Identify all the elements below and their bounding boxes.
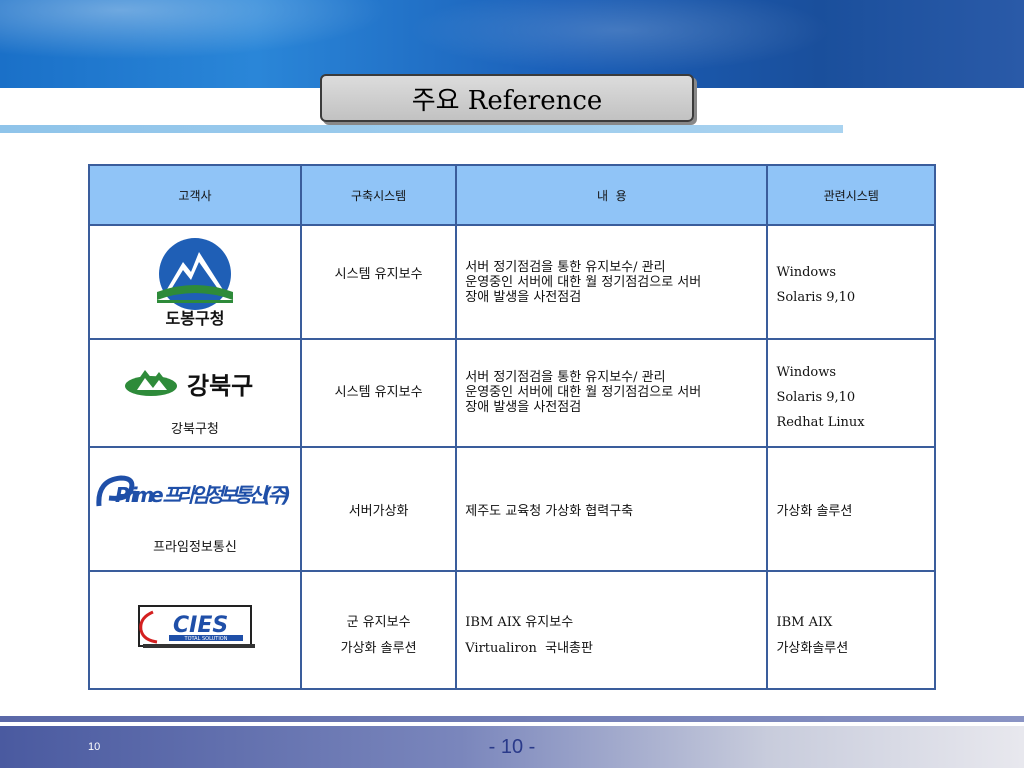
- related-text: Windows Solaris 9,10 Redhat Linux: [776, 340, 934, 435]
- content-cell: IBM AIX 유지보수 Virtualiron 국내총판: [455, 570, 769, 690]
- content-line: Virtualiron 국내총판: [465, 641, 593, 656]
- cies-logo-subtext: TOTAL SOLUTION: [183, 636, 227, 642]
- content-line: 장애 발생을 사전점검: [465, 290, 582, 305]
- system-text: 시스템 유지보수: [334, 385, 423, 400]
- page-number-small: 10: [88, 741, 101, 753]
- related-text: 가상화 솔루션: [776, 504, 853, 519]
- table-row: 강북구 강북구청 시스템 유지보수 서버 정기점검을 통한 유지보수/ 관리 운…: [88, 338, 936, 448]
- related-line: Redhat Linux: [776, 415, 865, 430]
- table-header-row: 고객사 구축시스템 내 용 관련시스템: [88, 164, 936, 226]
- reference-table: 고객사 구축시스템 내 용 관련시스템 도봉구청 시스템 유지보수 서버 정기점…: [88, 164, 936, 690]
- system-cell: 군 유지보수 가상화 솔루션: [299, 570, 458, 690]
- dobong-logo-text: 도봉구청: [166, 309, 225, 328]
- content-line: 운영중인 서버에 대한 월 정기점검으로 서버: [465, 385, 702, 400]
- system-cell: 시스템 유지보수: [299, 338, 458, 448]
- cies-logo-text: CIES: [173, 613, 228, 638]
- system-text: 군 유지보수 가상화 솔루션: [302, 572, 455, 662]
- title-underline: [0, 125, 843, 133]
- gangbuk-logo: 강북구: [124, 370, 253, 400]
- system-text: 서버가상화: [348, 504, 409, 519]
- related-line: IBM AIX: [776, 615, 833, 630]
- content-line: 서버 정기점검을 통한 유지보수/ 관리: [465, 370, 666, 385]
- content-cell: 제주도 교육청 가상화 협력구축: [455, 446, 769, 572]
- customer-cell: Prime 프라임정보통신(주) 프라임정보통신: [88, 446, 302, 572]
- header-content: 내 용: [455, 164, 769, 226]
- prime-logo-text: Prime 프라임정보통신(주): [115, 483, 291, 507]
- content-line: 서버 정기점검을 통한 유지보수/ 관리: [465, 260, 666, 275]
- related-line: 가상화솔루션: [776, 641, 849, 656]
- content-cell: 서버 정기점검을 통한 유지보수/ 관리 운영중인 서버에 대한 월 정기점검으…: [455, 224, 769, 340]
- table-row: Prime 프라임정보통신(주) 프라임정보통신 서버가상화 제주도 교육청 가…: [88, 446, 936, 572]
- related-line: Solaris 9,10: [776, 390, 856, 405]
- header-customer: 고객사: [88, 164, 302, 226]
- gangbuk-logo-text: 강북구: [187, 372, 253, 400]
- system-line: 가상화 솔루션: [340, 641, 417, 656]
- customer-cell: 도봉구청: [88, 224, 302, 340]
- customer-cell: 강북구 강북구청: [88, 338, 302, 448]
- customer-cell: CIES TOTAL SOLUTION: [88, 570, 302, 690]
- content-text: IBM AIX 유지보수 Virtualiron 국내총판: [465, 572, 766, 662]
- customer-caption: 프라임정보통신: [153, 540, 237, 555]
- content-cell: 서버 정기점검을 통한 유지보수/ 관리 운영중인 서버에 대한 월 정기점검으…: [455, 338, 769, 448]
- table-row: 도봉구청 시스템 유지보수 서버 정기점검을 통한 유지보수/ 관리 운영중인 …: [88, 224, 936, 340]
- prime-logo: Prime 프라임정보통신(주): [96, 475, 291, 507]
- system-text: 시스템 유지보수: [334, 267, 423, 282]
- related-cell: Windows Solaris 9,10 Redhat Linux: [766, 338, 936, 448]
- related-cell: IBM AIX 가상화솔루션: [766, 570, 936, 690]
- content-line: 운영중인 서버에 대한 월 정기점검으로 서버: [465, 275, 702, 290]
- content-line: 장애 발생을 사전점검: [465, 400, 582, 415]
- header-related: 관련시스템: [766, 164, 936, 226]
- related-cell: 가상화 솔루션: [766, 446, 936, 572]
- content-text: 서버 정기점검을 통한 유지보수/ 관리 운영중인 서버에 대한 월 정기점검으…: [465, 226, 766, 305]
- customer-caption: 강북구청: [171, 422, 219, 437]
- system-line: 군 유지보수: [346, 615, 411, 630]
- content-text: 서버 정기점검을 통한 유지보수/ 관리 운영중인 서버에 대한 월 정기점검으…: [465, 340, 766, 415]
- related-line: Windows: [776, 365, 837, 380]
- content-line: IBM AIX 유지보수: [465, 615, 574, 630]
- content-text: 제주도 교육청 가상화 협력구축: [465, 504, 634, 519]
- related-text: Windows Solaris 9,10: [776, 226, 934, 310]
- footer-line: [0, 716, 1024, 722]
- dobong-logo: 도봉구청: [156, 238, 233, 328]
- table-row: CIES TOTAL SOLUTION 군 유지보수 가상화 솔루션 IBM A…: [88, 570, 936, 690]
- page-number: - 10 -: [488, 736, 536, 758]
- related-cell: Windows Solaris 9,10: [766, 224, 936, 340]
- system-cell: 서버가상화: [299, 446, 458, 572]
- cies-logo: CIES TOTAL SOLUTION: [137, 605, 255, 648]
- header-system: 구축시스템: [299, 164, 458, 226]
- related-text: IBM AIX 가상화솔루션: [776, 572, 934, 662]
- slide-title: 주요 Reference: [320, 74, 694, 122]
- related-line: Windows: [776, 265, 837, 280]
- related-line: Solaris 9,10: [776, 290, 856, 305]
- system-cell: 시스템 유지보수: [299, 224, 458, 340]
